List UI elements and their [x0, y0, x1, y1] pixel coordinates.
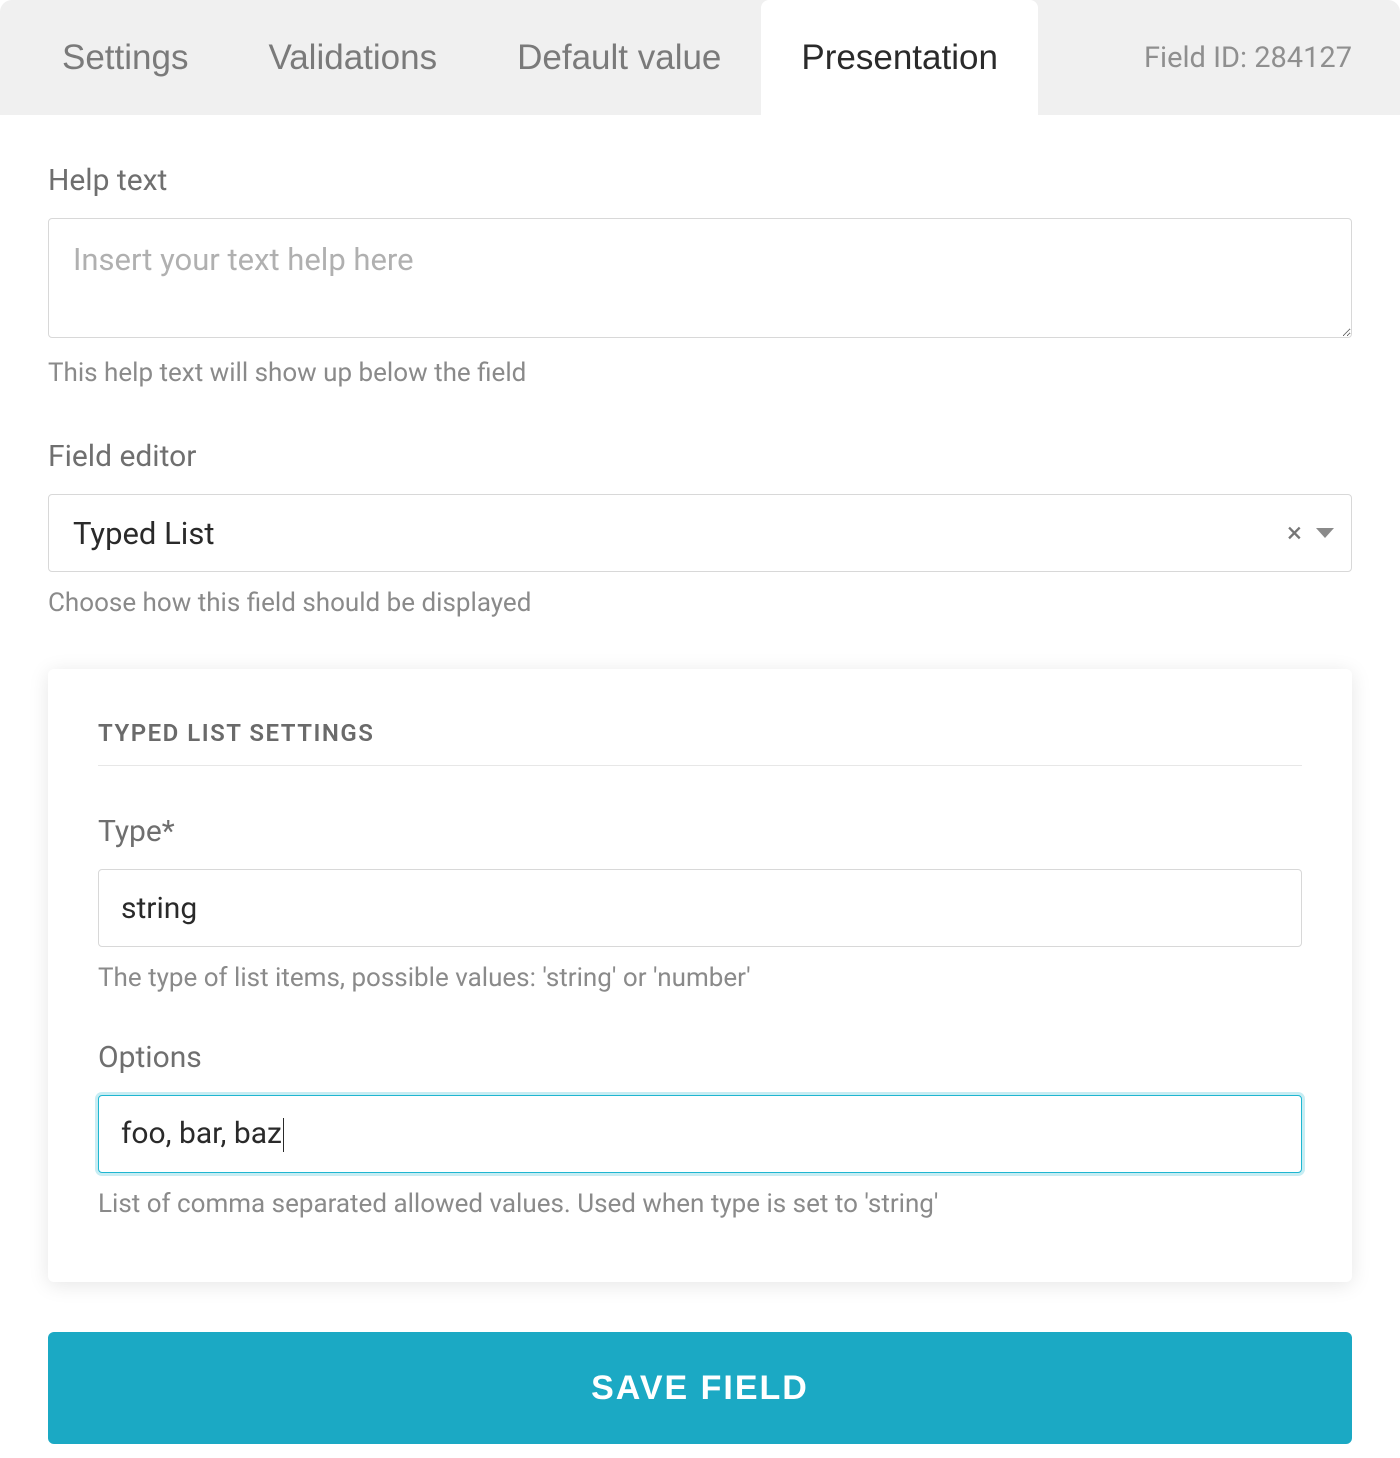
help-text-hint: This help text will show up below the fi… [48, 356, 1352, 391]
type-input[interactable] [98, 869, 1302, 947]
tab-validations[interactable]: Validations [228, 0, 477, 115]
panel-title: TYPED LIST SETTINGS [98, 719, 1302, 766]
options-input-value: foo, bar, baz [121, 1116, 282, 1151]
help-text-label: Help text [48, 163, 1352, 198]
tab-settings[interactable]: Settings [22, 0, 228, 115]
type-hint: The type of list items, possible values:… [98, 961, 1302, 996]
field-editor-section: Field editor Typed List × Choose how thi… [48, 439, 1352, 621]
typed-list-settings-panel: TYPED LIST SETTINGS Type* The type of li… [48, 669, 1352, 1282]
field-editor-select[interactable]: Typed List [48, 494, 1352, 572]
help-text-section: Help text This help text will show up be… [48, 163, 1352, 391]
clear-icon[interactable]: × [1287, 519, 1302, 547]
help-text-input[interactable] [48, 218, 1352, 338]
options-section: Options foo, bar, baz List of comma sepa… [98, 1040, 1302, 1222]
text-cursor [283, 1118, 284, 1152]
chevron-down-icon[interactable] [1316, 528, 1334, 538]
field-editor-label: Field editor [48, 439, 1352, 474]
options-label: Options [98, 1040, 1302, 1075]
tab-default-value[interactable]: Default value [477, 0, 761, 115]
field-editor-hint: Choose how this field should be displaye… [48, 586, 1352, 621]
type-label: Type* [98, 814, 1302, 849]
type-section: Type* The type of list items, possible v… [98, 814, 1302, 996]
save-field-button[interactable]: SAVE FIELD [48, 1332, 1352, 1444]
options-input[interactable]: foo, bar, baz [98, 1095, 1302, 1173]
tabs-bar: Settings Validations Default value Prese… [0, 0, 1400, 115]
field-editor-value: Typed List [73, 515, 214, 552]
options-hint: List of comma separated allowed values. … [98, 1187, 1302, 1222]
tab-presentation[interactable]: Presentation [761, 0, 1038, 115]
field-id-label: Field ID: 284127 [1114, 0, 1400, 115]
